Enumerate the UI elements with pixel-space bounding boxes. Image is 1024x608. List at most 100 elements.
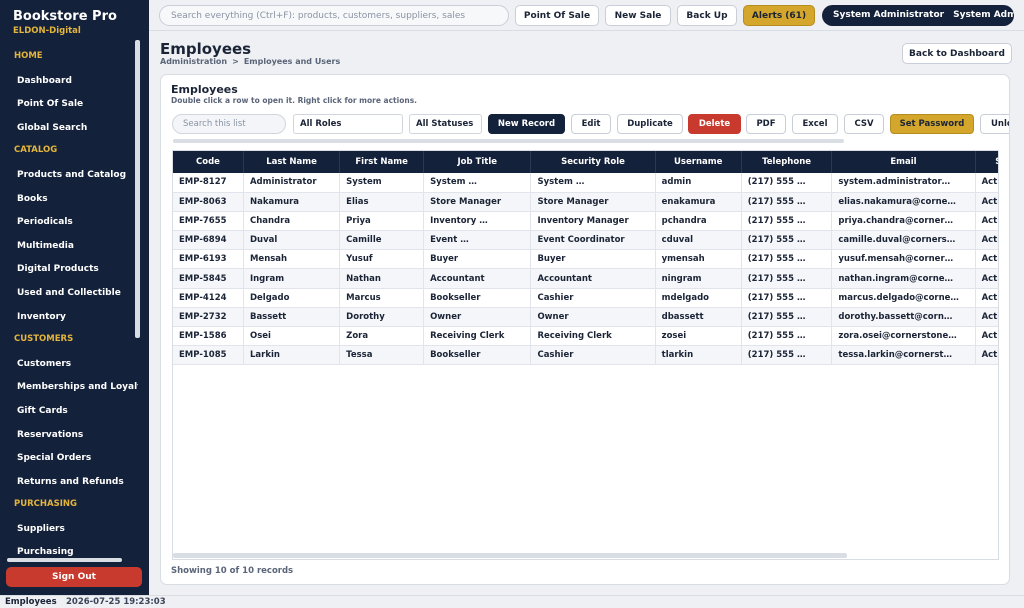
list-toolbar: All Roles All Statuses New Record Edit D… — [161, 114, 1009, 134]
column-header-email[interactable]: Email — [831, 151, 976, 173]
table-cell: Yusuf — [339, 249, 425, 270]
column-header-username[interactable]: Username — [655, 151, 742, 173]
table-cell: Larkin — [243, 345, 341, 366]
table-cell: Tessa — [339, 345, 425, 366]
sidebar-item-returns-and-refunds[interactable]: Returns and Refunds — [0, 471, 138, 495]
column-header-last-name[interactable]: Last Name — [243, 151, 341, 173]
sidebar-item-special-orders[interactable]: Special Orders — [0, 447, 138, 471]
table-cell: Inventory … — [423, 211, 532, 232]
table-cell: zora.osei@cornerstone… — [831, 326, 976, 347]
table-cell: Owner — [530, 307, 656, 328]
column-header-security-role[interactable]: Security Role — [530, 151, 656, 173]
table-cell: Duval — [243, 230, 341, 251]
status-filter-select[interactable]: All Statuses — [409, 114, 482, 134]
sidebar-item-dashboard[interactable]: Dashboard — [0, 70, 138, 94]
unlock-button[interactable]: Unlock — [980, 114, 1009, 134]
card-title: Employees — [171, 83, 238, 96]
table-cell: nathan.ingram@corne… — [831, 268, 976, 289]
table-cell: System … — [530, 173, 656, 193]
table-row[interactable]: EMP-1085 Larkin Tessa Bookseller Cashier tlar… — [173, 345, 998, 366]
table-cell: Osei — [243, 326, 341, 347]
user-name: System Administrator — [953, 10, 1014, 20]
sidebar-item-periodicals[interactable]: Periodicals — [0, 211, 138, 235]
column-header-job-title[interactable]: Job Title — [423, 151, 532, 173]
table-row[interactable]: EMP-6894 Duval Camille Event … Event Coordin… — [173, 230, 998, 251]
new-sale-button[interactable]: New Sale — [605, 5, 671, 26]
table-cell: priya.chandra@corner… — [831, 211, 976, 232]
column-header-code[interactable]: Code — [173, 151, 244, 173]
sidebar-item-reservations[interactable]: Reservations — [0, 424, 138, 448]
table-row[interactable]: EMP-1586 Osei Zora Receiving Clerk Receiving… — [173, 326, 998, 347]
store-name: ELDON-Digital — [13, 26, 81, 36]
employees-grid: Code Last Name First Name Job Title Security… — [172, 150, 999, 560]
table-cell: (217) 555 … — [741, 268, 833, 289]
table-cell: marcus.delgado@corne… — [831, 288, 976, 308]
table-row[interactable]: EMP-6193 Mensah Yusuf Buyer Buyer ymensah (217… — [173, 249, 998, 270]
table-row[interactable]: EMP-8063 Nakamura Elias Store Manager Store … — [173, 192, 998, 212]
table-row[interactable]: EMP-8127 Administrator System System … Syste… — [173, 173, 998, 193]
sidebar-item-products-and-catalog[interactable]: Products and Catalog — [0, 164, 138, 188]
sidebar-item-multimedia[interactable]: Multimedia — [0, 235, 138, 259]
back-up-button[interactable]: Back Up — [677, 5, 737, 26]
csv-export-button[interactable]: CSV — [844, 114, 884, 134]
sidebar-nav: HOME Dashboard Point Of Sale Global Search C… — [0, 46, 138, 589]
table-cell: tessa.larkin@cornerst… — [831, 345, 976, 366]
grid-horizontal-scrollbar[interactable] — [173, 553, 847, 558]
roles-filter-select[interactable]: All Roles — [293, 114, 403, 134]
table-cell: Receiving Clerk — [423, 326, 532, 347]
table-cell: cduval — [655, 230, 742, 251]
table-row[interactable]: EMP-4124 Delgado Marcus Bookseller Cashier md… — [173, 288, 998, 308]
alerts-button[interactable]: Alerts (61) — [743, 5, 815, 26]
sidebar-item-global-search[interactable]: Global Search — [0, 117, 138, 141]
sidebar-item-digital-products[interactable]: Digital Products — [0, 258, 138, 282]
column-header-status[interactable]: Status — [975, 151, 998, 173]
global-search-input[interactable] — [159, 5, 509, 26]
table-cell: (217) 555 … — [741, 345, 833, 366]
table-cell: (217) 555 … — [741, 288, 833, 308]
back-to-dashboard-button[interactable]: Back to Dashboard — [902, 43, 1012, 64]
table-cell: Camille — [339, 230, 425, 251]
sidebar-scrollbar[interactable] — [135, 40, 140, 338]
sidebar-item-customers[interactable]: Customers — [0, 353, 138, 377]
point-of-sale-button[interactable]: Point Of Sale — [515, 5, 599, 26]
table-cell: EMP-4124 — [173, 288, 244, 308]
table-cell: Cashier — [530, 345, 656, 366]
sidebar-item-inventory[interactable]: Inventory — [0, 306, 138, 330]
delete-button[interactable]: Delete — [688, 114, 741, 134]
table-cell: Accountant — [530, 268, 656, 289]
table-cell: Marcus — [339, 288, 425, 308]
table-cell: Buyer — [423, 249, 532, 270]
sign-out-button[interactable]: Sign Out — [6, 567, 142, 587]
list-search-input[interactable] — [172, 114, 286, 134]
column-header-telephone[interactable]: Telephone — [741, 151, 833, 173]
table-cell: Nakamura — [243, 192, 341, 212]
sidebar-item-memberships-and-loyalty[interactable]: Memberships and Loyalty — [0, 376, 138, 400]
card-subtitle: Double click a row to open it. Right cli… — [171, 96, 418, 105]
sidebar-item-suppliers[interactable]: Suppliers — [0, 518, 138, 542]
table-cell: Nathan — [339, 268, 425, 289]
table-row[interactable]: EMP-5845 Ingram Nathan Accountant Accountant… — [173, 268, 998, 289]
user-menu[interactable]: System Administrator System Administrator — [822, 5, 1014, 26]
duplicate-button[interactable]: Duplicate — [617, 114, 683, 134]
sidebar-item-gift-cards[interactable]: Gift Cards — [0, 400, 138, 424]
pdf-export-button[interactable]: PDF — [746, 114, 786, 134]
sidebar-item-point-of-sale[interactable]: Point Of Sale — [0, 93, 138, 117]
table-cell: dorothy.bassett@corn… — [831, 307, 976, 328]
status-timestamp: 2026-07-25 19:23:03 — [66, 597, 166, 607]
sidebar-section-heading: CATALOG — [14, 145, 58, 156]
breadcrumb-administration[interactable]: Administration — [160, 57, 227, 66]
sidebar-horizontal-scrollbar[interactable] — [7, 558, 122, 562]
table-cell: Event Coordinator — [530, 230, 656, 251]
column-header-first-name[interactable]: First Name — [339, 151, 425, 173]
edit-button[interactable]: Edit — [571, 114, 611, 134]
excel-export-button[interactable]: Excel — [792, 114, 838, 134]
set-password-button[interactable]: Set Password — [890, 114, 974, 134]
table-cell: zosei — [655, 326, 742, 347]
sidebar-item-used-and-collectible[interactable]: Used and Collectible — [0, 282, 138, 306]
table-row[interactable]: EMP-7655 Chandra Priya Inventory … Inventory… — [173, 211, 998, 232]
breadcrumb: Administration > Employees and Users — [160, 57, 340, 66]
table-row[interactable]: EMP-2732 Bassett Dorothy Owner Owner dbassett… — [173, 307, 998, 328]
new-record-button[interactable]: New Record — [488, 114, 565, 134]
toolbar-scrollbar[interactable] — [173, 139, 844, 143]
sidebar-item-books[interactable]: Books — [0, 188, 138, 212]
